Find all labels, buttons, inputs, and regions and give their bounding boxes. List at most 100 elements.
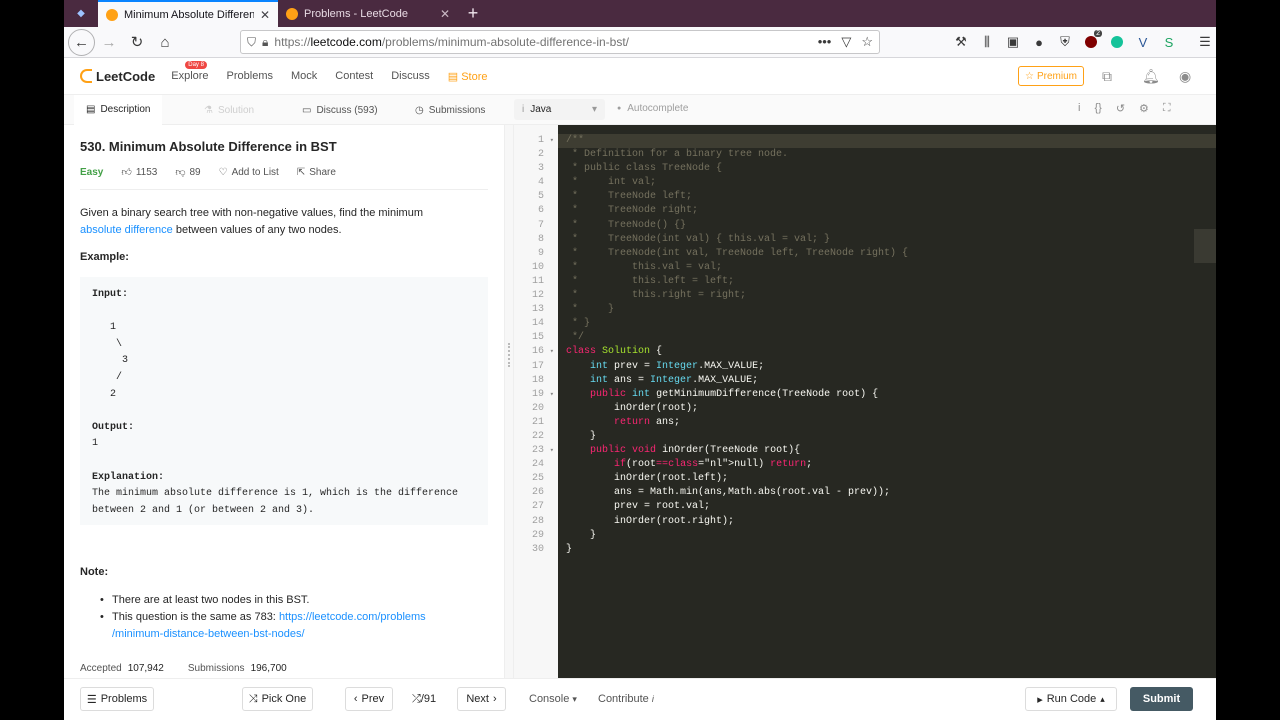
- browser-tab[interactable]: Problems - LeetCode ✕: [278, 0, 458, 27]
- code-line[interactable]: * TreeNode(int val, TreeNode left, TreeN…: [566, 247, 1216, 261]
- pick-one-button[interactable]: ⤨ Pick One: [242, 687, 313, 711]
- code-line[interactable]: return ans;: [566, 416, 1216, 430]
- ublock-icon[interactable]: 2: [1080, 30, 1102, 54]
- notification-bell-icon[interactable]: 🔔︎: [1142, 68, 1160, 85]
- code-line[interactable]: }: [566, 529, 1216, 543]
- prev-button[interactable]: ‹ Prev: [345, 687, 393, 711]
- extension-s-icon[interactable]: S: [1158, 30, 1180, 54]
- grammarly-icon[interactable]: [1106, 30, 1128, 54]
- tab-discuss[interactable]: ▭ Discuss (593): [302, 95, 378, 125]
- code-area[interactable]: /** * Definition for a binary tree node.…: [558, 125, 1216, 678]
- code-line[interactable]: * int val;: [566, 176, 1216, 190]
- share-button[interactable]: ⇱ Share: [297, 167, 336, 178]
- code-line[interactable]: int ans = Integer.MAX_VALUE;: [566, 374, 1216, 388]
- vue-devtools-icon[interactable]: V: [1132, 30, 1154, 54]
- code-editor[interactable]: 1234567891011121314151617181920212223242…: [514, 125, 1216, 678]
- code-line[interactable]: * this.right = right;: [566, 289, 1216, 303]
- nav-store[interactable]: ▤ Store: [448, 70, 488, 83]
- code-line[interactable]: prev = root.val;: [566, 500, 1216, 514]
- nav-mock[interactable]: Mock: [291, 70, 317, 82]
- submit-button[interactable]: Submit: [1130, 687, 1193, 711]
- address-bar[interactable]: ⛉ 🔒︎ https://leetcode.com/problems/minim…: [240, 30, 880, 54]
- home-icon[interactable]: ⌂: [151, 28, 179, 56]
- add-to-list-button[interactable]: ♡ Add to List: [219, 167, 279, 178]
- shield-icon[interactable]: ⛉: [247, 35, 256, 50]
- code-line[interactable]: * TreeNode() {}: [566, 219, 1216, 233]
- problems-button[interactable]: ☰ Problems: [80, 687, 154, 711]
- code-line[interactable]: inOrder(root.right);: [566, 515, 1216, 529]
- related-problem-link[interactable]: /minimum-distance-between-bst-nodes/: [112, 628, 305, 640]
- editor-scrollbar[interactable]: [1194, 229, 1216, 263]
- code-line[interactable]: ans = Math.min(ans,Math.abs(root.val - p…: [566, 486, 1216, 500]
- settings-gear-icon[interactable]: ⚙: [1139, 102, 1149, 115]
- code-line[interactable]: public int getMinimumDifference(TreeNode…: [566, 388, 1216, 402]
- nav-problems[interactable]: Problems: [227, 70, 273, 82]
- related-problem-link[interactable]: https://leetcode.com/problems: [279, 611, 426, 623]
- code-line[interactable]: /**: [558, 134, 1216, 149]
- tab-description[interactable]: ▤ Description: [74, 95, 163, 125]
- code-line[interactable]: inOrder(root);: [566, 402, 1216, 416]
- language-select[interactable]: i Java ▾: [514, 99, 605, 120]
- nav-explore[interactable]: Explore Day 8: [171, 61, 209, 82]
- new-tab-icon[interactable]: +: [458, 0, 488, 27]
- problem-pager[interactable]: ⤮/91: [412, 693, 436, 706]
- fullscreen-icon[interactable]: ⛶: [1163, 102, 1171, 115]
- forward-icon[interactable]: →: [95, 28, 123, 56]
- code-line[interactable]: if(root==class="nl">null) return;: [566, 458, 1216, 472]
- leetcode-logo[interactable]: LeetCode: [80, 69, 155, 84]
- code-line[interactable]: * public class TreeNode {: [566, 162, 1216, 176]
- tab-overview-icon[interactable]: ◆: [64, 0, 98, 27]
- reset-icon[interactable]: ↺: [1116, 102, 1125, 115]
- bookmark-star-icon[interactable]: ☆: [861, 34, 873, 50]
- tab-close-icon[interactable]: ✕: [260, 8, 270, 22]
- playground-icon[interactable]: ⧉: [1102, 68, 1112, 85]
- code-line[interactable]: * }: [566, 317, 1216, 331]
- code-line[interactable]: * this.left = left;: [566, 275, 1216, 289]
- nav-contest[interactable]: Contest: [335, 70, 373, 82]
- code-line[interactable]: public void inOrder(TreeNode root){: [566, 444, 1216, 458]
- reload-icon[interactable]: ↻: [123, 28, 151, 56]
- pocket-icon[interactable]: ▽: [841, 34, 851, 50]
- console-toggle[interactable]: Console ▾: [529, 693, 577, 705]
- lock-icon[interactable]: 🔒︎: [262, 35, 268, 50]
- browser-tab-active[interactable]: Minimum Absolute Difference in BST - Lee…: [98, 0, 278, 27]
- code-line[interactable]: */: [566, 331, 1216, 345]
- code-line[interactable]: * }: [566, 303, 1216, 317]
- tab-submissions[interactable]: ◷ Submissions: [415, 95, 485, 125]
- code-line[interactable]: int prev = Integer.MAX_VALUE;: [566, 360, 1216, 374]
- next-button[interactable]: Next ›: [457, 687, 506, 711]
- code-line[interactable]: * TreeNode right;: [566, 204, 1216, 218]
- code-line[interactable]: }: [566, 430, 1216, 444]
- code-line[interactable]: * this.val = val;: [566, 261, 1216, 275]
- nav-discuss[interactable]: Discuss: [391, 70, 430, 82]
- run-code-button[interactable]: ▸ Run Code ▴: [1025, 687, 1117, 711]
- braces-icon[interactable]: {}: [1094, 102, 1101, 115]
- sidebar-icon[interactable]: ▣: [1002, 30, 1024, 54]
- tab-solution[interactable]: ⚗ Solution: [204, 95, 254, 125]
- tab-close-icon[interactable]: ✕: [440, 7, 450, 21]
- wrench-icon[interactable]: ⚒: [950, 30, 972, 54]
- premium-button[interactable]: ☆ Premium: [1018, 66, 1084, 86]
- code-line[interactable]: * TreeNode(int val) { this.val = val; }: [566, 233, 1216, 247]
- menu-icon[interactable]: ☰: [1194, 30, 1216, 54]
- dislike-button[interactable]: 👎︎ 89: [175, 166, 200, 178]
- extension-shield-icon[interactable]: ⛨: [1054, 30, 1076, 54]
- code-line[interactable]: }: [566, 543, 1216, 557]
- panel-resize-handle[interactable]: [504, 125, 514, 682]
- code-line[interactable]: inOrder(root.left);: [566, 472, 1216, 486]
- line-number: 20: [531, 402, 544, 414]
- code-line[interactable]: class Solution {: [566, 345, 1216, 359]
- info-icon[interactable]: i: [1078, 102, 1080, 115]
- code-line[interactable]: * TreeNode left;: [566, 190, 1216, 204]
- code-line[interactable]: * Definition for a binary tree node.: [566, 148, 1216, 162]
- contribute-link[interactable]: Contribute i: [598, 693, 654, 705]
- url-text[interactable]: https://leetcode.com/problems/minimum-ab…: [274, 35, 811, 49]
- absolute-difference-link[interactable]: absolute difference: [80, 224, 173, 236]
- page-actions-icon[interactable]: •••: [818, 34, 832, 50]
- back-icon[interactable]: ←: [68, 28, 95, 56]
- autocomplete-toggle[interactable]: ● Autocomplete: [617, 103, 688, 114]
- avatar[interactable]: ◉: [1179, 68, 1191, 85]
- library-icon[interactable]: ⫼: [976, 30, 998, 54]
- account-icon[interactable]: ●: [1028, 30, 1050, 54]
- like-button[interactable]: 👍︎ 1153: [121, 166, 157, 178]
